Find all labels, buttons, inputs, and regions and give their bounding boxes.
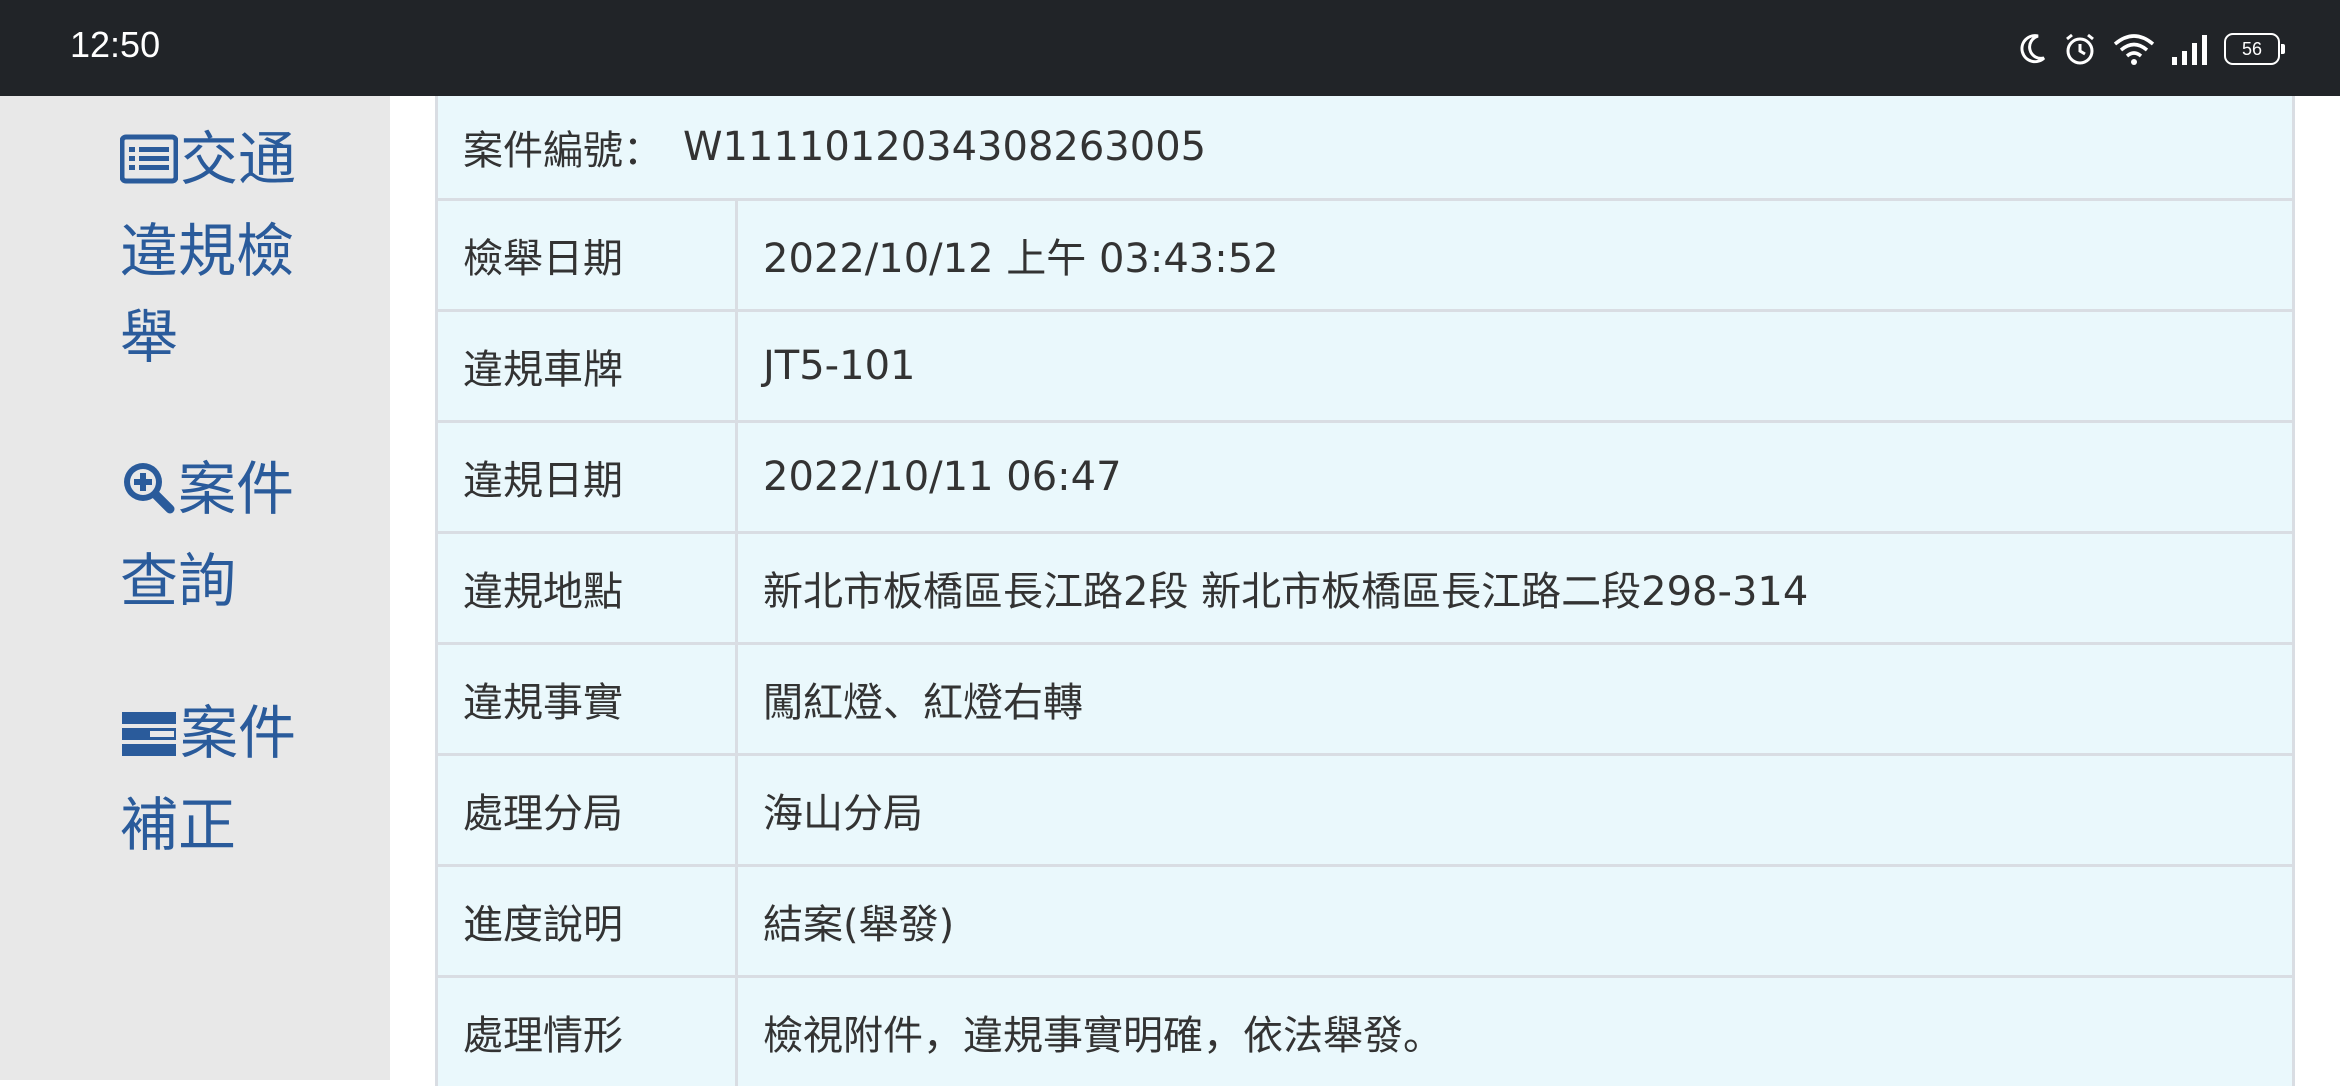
row-value: 新北市板橋區長江路2段 新北市板橋區長江路二段298-314 [763,569,1809,615]
table-row: 違規事實 闖紅燈、紅燈右轉 [438,645,2292,756]
battery-icon: 56 [2224,33,2285,65]
row-value: 2022/10/12 上午 03:43:52 [763,236,1279,282]
sidebar-item-label: 查詢 [120,547,237,615]
case-number-label: 案件編號： [463,128,663,174]
sidebar-item-label: 案件 [180,699,297,767]
table-row: 處理分局 海山分局 [438,756,2292,867]
row-label: 違規日期 [438,423,738,531]
status-icons: 56 [2018,28,2285,70]
table-row: 處理情形 檢視附件，違規事實明確，依法舉發。 [438,978,2292,1086]
list-icon [119,122,179,208]
search-plus-icon [120,452,176,538]
row-value: 闖紅燈、紅燈右轉 [763,680,1083,726]
row-label: 違規車牌 [438,312,738,420]
table-row: 違規日期 2022/10/11 06:47 [438,423,2292,534]
row-value: 2022/10/11 06:47 [763,454,1122,500]
case-number-value: W1111012034308263005 [683,124,1207,170]
row-label: 違規地點 [438,534,738,642]
sidebar-item-case-correction[interactable]: 案件 補正 [120,690,320,868]
sidebar-item-label: 舉 [120,303,179,371]
main-content: 案件編號： W1111012034308263005 檢舉日期 2022/10/… [390,96,2340,1086]
sidebar-item-label: 交通 [180,125,297,193]
moon-icon [2018,32,2048,66]
sidebar-item-label: 案件 [178,455,295,523]
sidebar: 交通 違規檢 舉 案件 查詢 案件 補正 [0,96,390,1080]
alarm-icon [2062,31,2098,67]
sidebar-item-traffic-report[interactable]: 交通 違規檢 舉 [119,116,320,380]
sidebar-item-label: 補正 [120,791,237,859]
sidebar-item-case-search[interactable]: 案件 查詢 [120,446,320,624]
row-value: JT5-101 [763,343,916,389]
status-time: 12:50 [70,24,161,65]
signal-icon [2170,33,2210,65]
row-label: 處理情形 [438,978,738,1086]
row-label: 處理分局 [438,756,738,864]
row-value: 海山分局 [763,791,923,837]
case-detail-table: 案件編號： W1111012034308263005 檢舉日期 2022/10/… [435,96,2295,1086]
case-number-row: 案件編號： W1111012034308263005 [438,96,2292,201]
form-icon [120,696,178,782]
row-label: 檢舉日期 [438,201,738,309]
table-row: 檢舉日期 2022/10/12 上午 03:43:52 [438,201,2292,312]
table-row: 進度說明 結案(舉發) [438,867,2292,978]
status-bar: 12:50 56 [0,0,2340,96]
sidebar-item-label: 違規檢 [120,217,295,285]
row-value: 結案(舉發) [763,902,955,948]
table-row: 違規地點 新北市板橋區長江路2段 新北市板橋區長江路二段298-314 [438,534,2292,645]
wifi-icon [2112,32,2156,66]
row-label: 進度說明 [438,867,738,975]
table-row: 違規車牌 JT5-101 [438,312,2292,423]
row-label: 違規事實 [438,645,738,753]
row-value: 檢視附件，違規事實明確，依法舉發。 [763,1013,1443,1059]
